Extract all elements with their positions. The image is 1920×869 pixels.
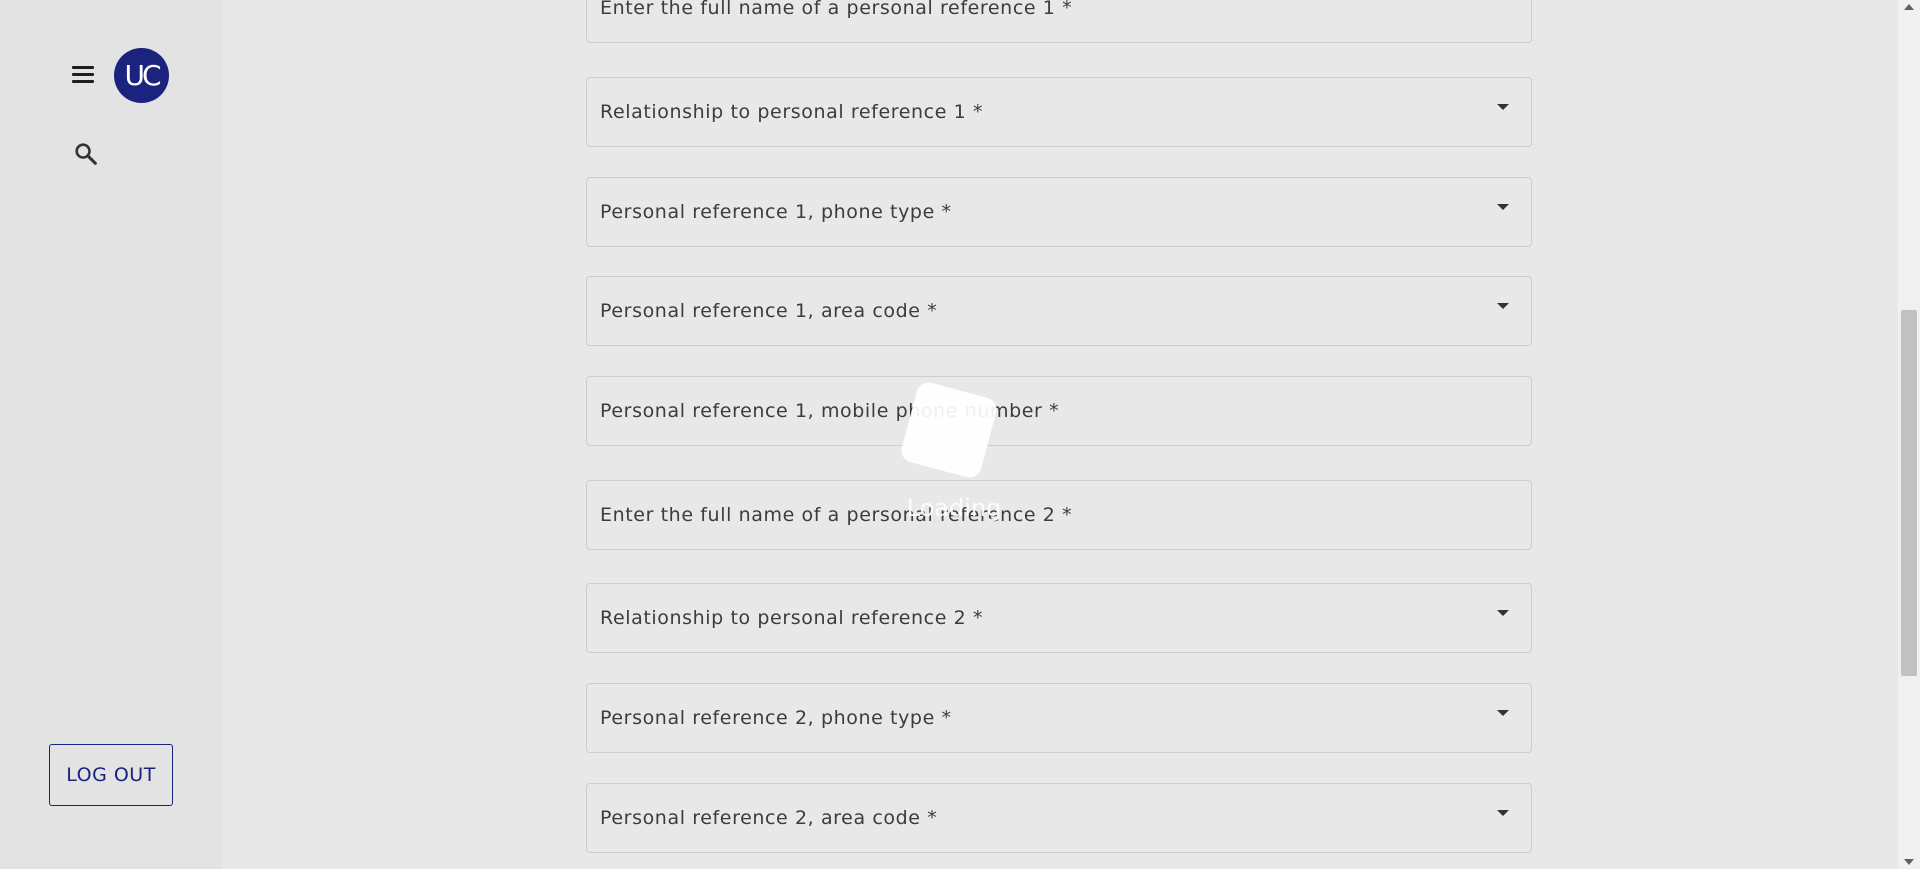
field-label: Enter the full name of a personal refere… bbox=[600, 504, 1073, 526]
field-label: Personal reference 1, mobile phone numbe… bbox=[600, 400, 1060, 422]
sidebar: UC LOG OUT bbox=[0, 0, 222, 869]
logout-button[interactable]: LOG OUT bbox=[49, 744, 173, 806]
personal-reference-1-area-code-select[interactable]: Personal reference 1, area code * bbox=[586, 276, 1532, 346]
personal-reference-2-name-field[interactable]: Enter the full name of a personal refere… bbox=[586, 480, 1532, 550]
dropdown-arrow-icon bbox=[1497, 710, 1509, 716]
field-label: Personal reference 1, area code * bbox=[600, 300, 938, 322]
dropdown-arrow-icon bbox=[1497, 204, 1509, 210]
scroll-up-arrow-icon[interactable] bbox=[1904, 4, 1914, 10]
field-label: Personal reference 2, area code * bbox=[600, 807, 938, 829]
field-label: Personal reference 2, phone type * bbox=[600, 707, 952, 729]
field-label: Enter the full name of a personal refere… bbox=[600, 0, 1073, 19]
dropdown-arrow-icon bbox=[1497, 810, 1509, 816]
personal-reference-1-relationship-select[interactable]: Relationship to personal reference 1 * bbox=[586, 77, 1532, 147]
field-label: Personal reference 1, phone type * bbox=[600, 201, 952, 223]
scrollbar-thumb[interactable] bbox=[1901, 310, 1917, 676]
dropdown-arrow-icon bbox=[1497, 303, 1509, 309]
personal-reference-2-relationship-select[interactable]: Relationship to personal reference 2 * bbox=[586, 583, 1532, 653]
personal-reference-2-phone-type-select[interactable]: Personal reference 2, phone type * bbox=[586, 683, 1532, 753]
field-label: Relationship to personal reference 1 * bbox=[600, 101, 984, 123]
dropdown-arrow-icon bbox=[1497, 104, 1509, 110]
personal-reference-2-area-code-select[interactable]: Personal reference 2, area code * bbox=[586, 783, 1532, 853]
main-content: Enter the full name of a personal refere… bbox=[222, 0, 1898, 869]
scroll-down-arrow-icon[interactable] bbox=[1904, 859, 1914, 865]
hamburger-menu-icon[interactable] bbox=[70, 62, 98, 86]
search-icon[interactable] bbox=[72, 140, 100, 168]
avatar[interactable]: UC bbox=[114, 48, 169, 103]
field-label: Relationship to personal reference 2 * bbox=[600, 607, 984, 629]
dropdown-arrow-icon bbox=[1497, 610, 1509, 616]
personal-reference-1-mobile-phone-field[interactable]: Personal reference 1, mobile phone numbe… bbox=[586, 376, 1532, 446]
personal-reference-1-name-field[interactable]: Enter the full name of a personal refere… bbox=[586, 0, 1532, 43]
vertical-scrollbar[interactable] bbox=[1898, 0, 1920, 869]
personal-reference-1-phone-type-select[interactable]: Personal reference 1, phone type * bbox=[586, 177, 1532, 247]
